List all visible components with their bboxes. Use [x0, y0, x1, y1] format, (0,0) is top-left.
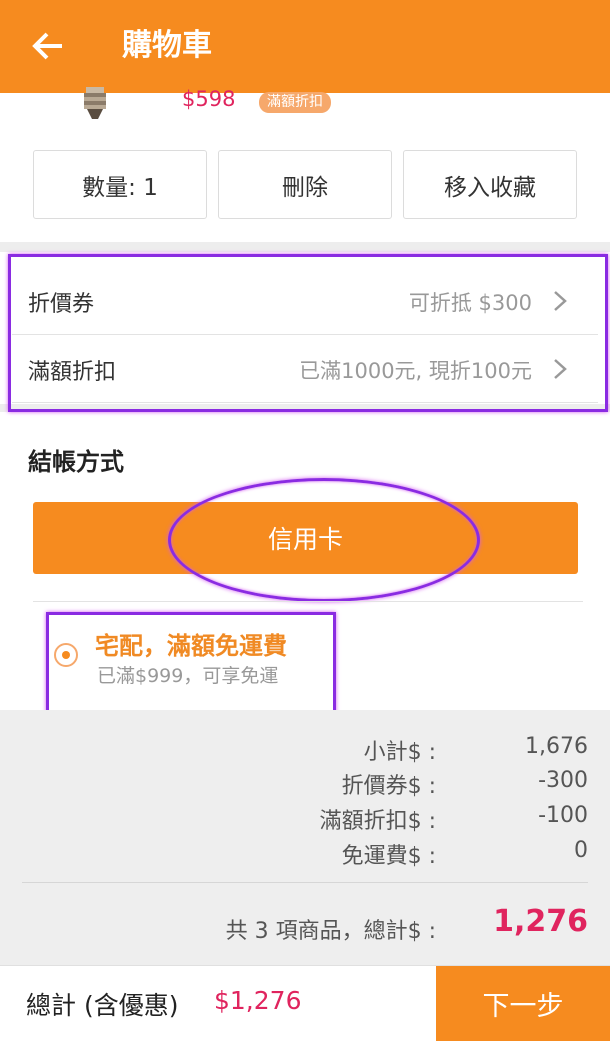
product-price: $598 — [182, 87, 236, 111]
shipping-radio[interactable] — [54, 643, 78, 667]
grand-total-label: 總計 (含優惠) — [26, 991, 179, 1020]
total-label: 共 3 項商品，總計$ : — [225, 919, 436, 944]
bottom-bar: 總計 (含優惠) $1,276 下一步 — [0, 965, 610, 1041]
coupon-summary-label: 折價券$ : — [341, 774, 436, 799]
back-button[interactable] — [30, 24, 70, 68]
section-separator — [0, 242, 610, 252]
subtotal-value: 1,676 — [525, 734, 588, 759]
arrow-left-icon — [32, 32, 62, 60]
shipping-fee-label: 免運費$ : — [341, 844, 436, 869]
coupon-summary-value: -300 — [538, 768, 588, 793]
summary-divider — [22, 882, 588, 883]
threshold-summary-label: 滿額折扣$ : — [319, 809, 436, 834]
quantity-button[interactable]: 數量: 1 — [33, 150, 207, 219]
divider — [33, 601, 583, 602]
subtotal-label: 小計$ : — [363, 740, 436, 765]
delete-button[interactable]: 刪除 — [218, 150, 392, 219]
page-title: 購物車 — [122, 28, 212, 63]
light-bulb-icon — [76, 87, 114, 121]
radio-selected-dot — [62, 651, 70, 659]
threshold-summary-value: -100 — [538, 803, 588, 828]
total-value: 1,276 — [493, 904, 588, 939]
shipping-fee-value: 0 — [574, 838, 588, 863]
discount-highlight-box — [8, 254, 608, 412]
promo-tag: 滿額折扣 — [259, 92, 331, 113]
credit-card-button[interactable]: 信用卡 — [33, 502, 578, 574]
checkout-section-title: 結帳方式 — [28, 448, 124, 476]
shipping-option-subtitle: 已滿$999，可享免運 — [97, 665, 279, 687]
move-to-favorites-button[interactable]: 移入收藏 — [403, 150, 577, 219]
grand-total-value: $1,276 — [214, 986, 302, 1015]
app-header: 購物車 — [0, 0, 610, 93]
next-step-button[interactable]: 下一步 — [436, 966, 610, 1041]
shipping-option-title[interactable]: 宅配，滿額免運費 — [95, 626, 287, 661]
